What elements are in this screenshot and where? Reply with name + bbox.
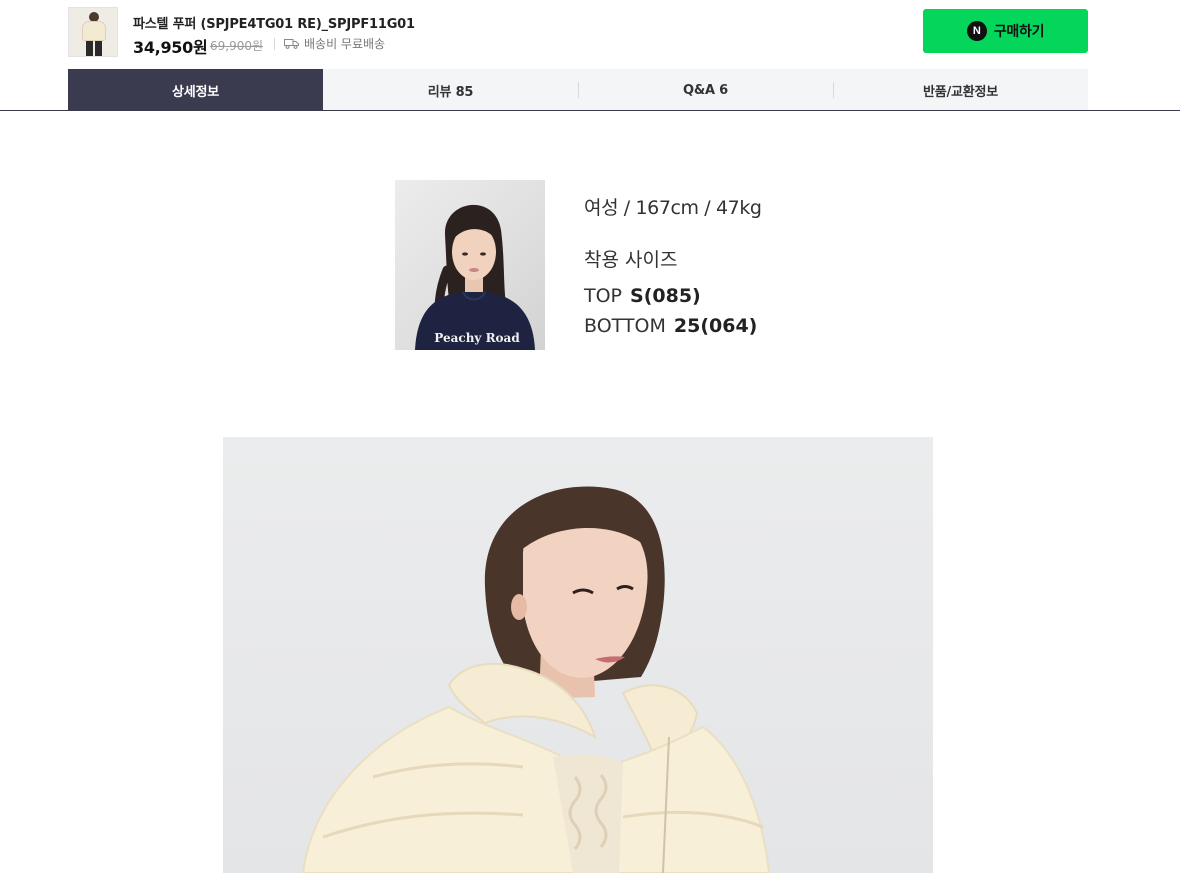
product-thumbnail[interactable] [68, 7, 118, 57]
detail-tabs: 상세정보 리뷰 85 Q&A 6 반품/교환정보 [68, 69, 1088, 111]
product-sticky-header: 파스텔 푸퍼 (SPJPE4TG01 RE)_SPJPF11G01 34,950… [0, 0, 1180, 69]
buy-button[interactable]: N 구매하기 [923, 9, 1088, 53]
product-price: 34,950원 [133, 38, 208, 57]
product-original-price: 69,900원 [210, 39, 264, 53]
buy-button-label: 구매하기 [993, 24, 1045, 40]
size-bottom-key: BOTTOM [584, 315, 666, 337]
worn-size-bottom: BOTTOM 25(064) [584, 315, 757, 337]
shipping-info: 배송비 무료배송 [304, 37, 386, 51]
thumbnail-model-leg [95, 41, 102, 56]
shirt-print-text: Peachy Road [434, 331, 520, 345]
price-divider [274, 38, 275, 50]
size-bottom-value: 25(064) [673, 315, 758, 337]
worn-size-top: TOP S(085) [584, 285, 701, 307]
tabs-divider [0, 110, 1180, 111]
tab-detail-info[interactable]: 상세정보 [68, 69, 323, 111]
main-photo-illustration [301, 486, 771, 873]
model-body-spec: 여성 / 167cm / 47kg [584, 197, 762, 219]
tab-qna[interactable]: Q&A 6 [578, 69, 833, 111]
tab-reviews[interactable]: 리뷰 85 [323, 69, 578, 111]
naver-pay-icon: N [966, 21, 987, 41]
model-photo: Peachy Road [395, 180, 545, 350]
truck-icon [284, 39, 299, 49]
tab-return-exchange[interactable]: 반품/교환정보 [833, 69, 1088, 111]
worn-size-label: 착용 사이즈 [584, 249, 678, 271]
thumbnail-model-jacket [82, 21, 106, 41]
product-detail-page: 파스텔 푸퍼 (SPJPE4TG01 RE)_SPJPF11G01 34,950… [0, 0, 1180, 873]
product-title: 파스텔 푸퍼 (SPJPE4TG01 RE)_SPJPF11G01 [133, 17, 415, 32]
size-top-key: TOP [584, 285, 623, 307]
size-top-value: S(085) [630, 285, 701, 307]
main-product-photo [223, 437, 933, 873]
model-illustration: Peachy Road [415, 204, 535, 350]
thumbnail-model-leg [86, 41, 93, 56]
